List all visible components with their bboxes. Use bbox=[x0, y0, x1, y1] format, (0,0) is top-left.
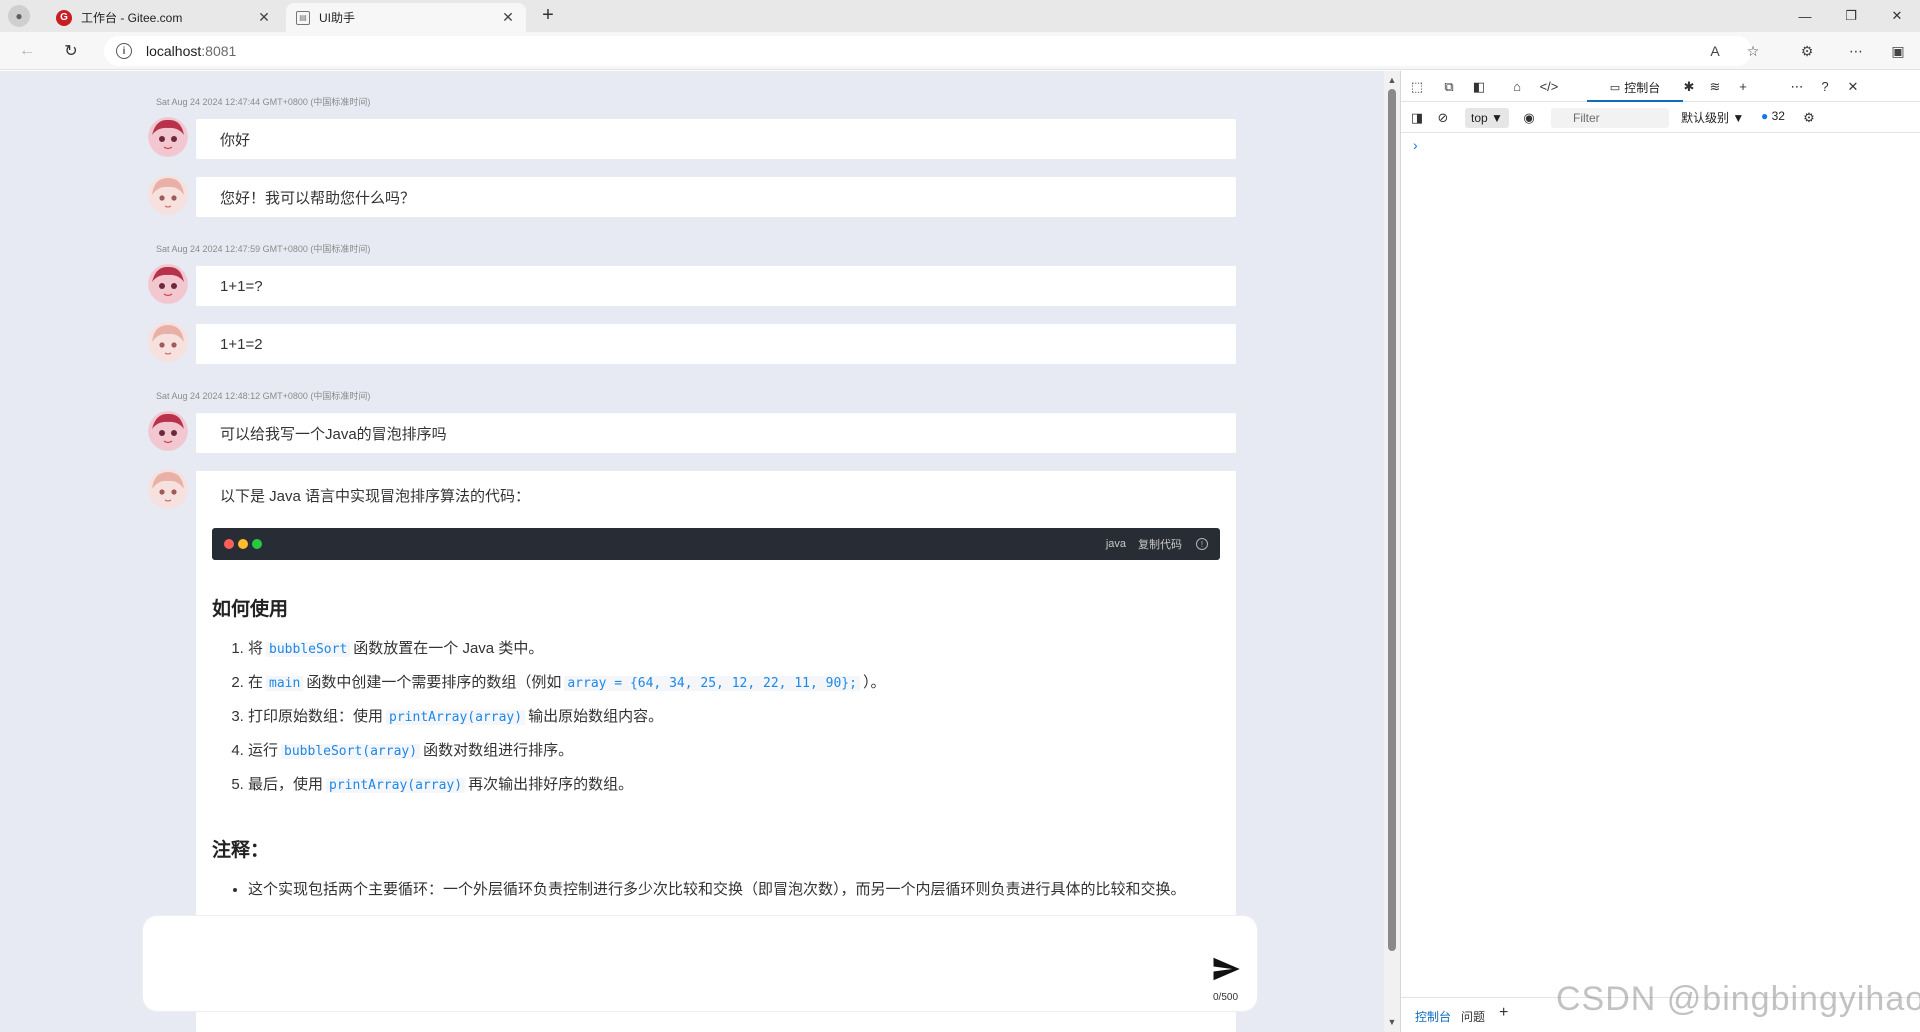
user-avatar bbox=[148, 411, 188, 451]
tab-strip: ● G 工作台 - Gitee.com ✕ ▤ UI助手 ✕ + — ❐ ✕ bbox=[0, 0, 1920, 32]
devtools-panel: ⬚ ⧉ ◧ ⌂ </> ▭ 控制台 ✱ ≋ + ⋯ ? ✕ ◨ ⊘ top ▼ … bbox=[1400, 71, 1920, 1032]
scroll-thumb[interactable] bbox=[1388, 89, 1396, 951]
chat-input-container: 0/500 bbox=[143, 916, 1257, 1011]
notes-list: 这个实现包括两个主要循环：一个外层循环负责控制进行多少次比较和交换（即冒泡次数）… bbox=[212, 878, 1220, 902]
bot-avatar bbox=[148, 322, 188, 362]
message-timestamp: Sat Aug 24 2024 12:48:12 GMT+0800 (中国标准时… bbox=[156, 391, 371, 401]
list-item: 运行bubbleSort(array)函数对数组进行排序。 bbox=[248, 739, 1220, 773]
dock-icon[interactable]: ◧ bbox=[1469, 77, 1489, 97]
yellow-dot-icon bbox=[238, 539, 248, 549]
network-icon[interactable]: ≋ bbox=[1705, 77, 1725, 97]
address-bar[interactable]: i localhost:8081 bbox=[104, 36, 1752, 66]
refresh-button[interactable]: ↻ bbox=[58, 38, 84, 64]
red-dot-icon bbox=[224, 539, 234, 549]
devtools-toolbar: ⬚ ⧉ ◧ ⌂ </> ▭ 控制台 ✱ ≋ + ⋯ ? ✕ bbox=[1401, 71, 1920, 102]
list-item: 这个实现包括两个主要循环：一个外层循环负责控制进行多少次比较和交换（即冒泡次数）… bbox=[248, 878, 1220, 902]
bot-message: 1+1=2 bbox=[196, 324, 1236, 364]
drawer-tab-console[interactable]: 控制台 bbox=[1415, 1008, 1451, 1025]
issues-badge[interactable]: ● 32 bbox=[1761, 109, 1785, 123]
browser-toolbar: ← ↻ i localhost:8081 A ☆ ⚙ ⋯ ▣ bbox=[0, 32, 1920, 70]
scroll-down-icon[interactable]: ▼ bbox=[1386, 1017, 1398, 1027]
tab-console[interactable]: ▭ 控制台 bbox=[1587, 74, 1683, 102]
settings-gear-icon[interactable]: ⚙ bbox=[1799, 108, 1819, 128]
minimize-button[interactable]: — bbox=[1782, 0, 1828, 32]
chat-page: Sat Aug 24 2024 12:47:44 GMT+0800 (中国标准时… bbox=[0, 71, 1384, 1032]
console-prompt-icon[interactable]: › bbox=[1413, 137, 1418, 153]
console-icon: ▭ bbox=[1609, 81, 1621, 94]
usage-heading: 如何使用 bbox=[212, 599, 289, 620]
add-tool-icon[interactable]: + bbox=[1733, 77, 1753, 97]
console-toolbar: ◨ ⊘ top ▼ ◉ Filter 默认级别 ▼ ● 32 ⚙ bbox=[1401, 103, 1920, 133]
notes-heading: 注释： bbox=[212, 840, 270, 861]
read-aloud-icon[interactable]: A bbox=[1704, 40, 1726, 62]
url-host: localhost bbox=[146, 43, 202, 59]
drawer-tab-issues[interactable]: 问题 bbox=[1461, 1008, 1485, 1025]
bot-avatar bbox=[148, 175, 188, 215]
chat-input[interactable] bbox=[157, 928, 1197, 988]
close-window-button[interactable]: ✕ bbox=[1874, 0, 1920, 32]
message-icon: ● bbox=[1761, 109, 1769, 123]
clear-console-icon[interactable]: ⊘ bbox=[1433, 108, 1453, 128]
help-icon[interactable]: ? bbox=[1815, 77, 1835, 97]
send-icon[interactable] bbox=[1211, 954, 1241, 984]
context-select[interactable]: top ▼ bbox=[1465, 108, 1509, 128]
inspect-icon[interactable]: ⬚ bbox=[1407, 77, 1427, 97]
device-emulation-icon[interactable]: ⧉ bbox=[1439, 77, 1459, 97]
close-devtools-icon[interactable]: ✕ bbox=[1843, 77, 1863, 97]
log-level-select[interactable]: 默认级别 ▼ bbox=[1681, 109, 1744, 126]
copy-code-button[interactable]: 复制代码 bbox=[1138, 536, 1182, 552]
tab-console-label: 控制台 bbox=[1624, 80, 1661, 95]
list-item: 在main函数中创建一个需要排序的数组（例如array = {64, 34, 2… bbox=[248, 671, 1220, 705]
sidebar-icon[interactable]: ◨ bbox=[1407, 108, 1427, 128]
more-menu-icon[interactable]: ⋯ bbox=[1845, 40, 1867, 62]
filter-input[interactable]: Filter bbox=[1551, 108, 1669, 128]
user-message: 可以给我写一个Java的冒泡排序吗 bbox=[196, 413, 1236, 453]
info-icon[interactable]: ! bbox=[1196, 538, 1208, 550]
new-tab-button[interactable]: + bbox=[536, 4, 560, 28]
tab-gitee[interactable]: G 工作台 - Gitee.com ✕ bbox=[46, 3, 282, 32]
tab-ui-assistant[interactable]: ▤ UI助手 ✕ bbox=[286, 3, 526, 32]
code-language: java bbox=[1105, 538, 1126, 550]
elements-icon[interactable]: </> bbox=[1539, 77, 1559, 97]
green-dot-icon bbox=[252, 539, 262, 549]
eye-icon[interactable]: ◉ bbox=[1519, 108, 1539, 128]
document-icon: ▤ bbox=[296, 10, 310, 25]
scroll-up-icon[interactable]: ▲ bbox=[1386, 75, 1398, 85]
message-timestamp: Sat Aug 24 2024 12:47:59 GMT+0800 (中国标准时… bbox=[156, 244, 371, 254]
watermark: CSDN @bingbingyihao bbox=[1556, 980, 1920, 1018]
restore-button[interactable]: ❐ bbox=[1828, 0, 1874, 32]
char-counter: 0/500 bbox=[1213, 992, 1239, 1003]
usage-steps: 将bubbleSort函数放置在一个 Java 类中。 在main函数中创建一个… bbox=[212, 637, 1220, 807]
sidebar-toggle-icon[interactable]: ▣ bbox=[1887, 40, 1909, 62]
home-icon[interactable]: ⌂ bbox=[1507, 77, 1527, 97]
bot-message: 您好！我可以帮助您什么吗？ bbox=[196, 177, 1236, 217]
user-message: 你好 bbox=[196, 119, 1236, 159]
back-button[interactable]: ← bbox=[14, 38, 40, 64]
user-message: 1+1=? bbox=[196, 266, 1236, 306]
profile-icon[interactable]: ● bbox=[8, 5, 30, 27]
list-item: 将bubbleSort函数放置在一个 Java 类中。 bbox=[248, 637, 1220, 671]
tab-title: 工作台 - Gitee.com bbox=[81, 11, 183, 25]
page-scrollbar[interactable]: ▲ ▼ bbox=[1384, 71, 1400, 1032]
code-block-header: java 复制代码 ! bbox=[212, 528, 1220, 560]
list-item: 打印原始数组：使用printArray(array)输出原始数组内容。 bbox=[248, 705, 1220, 739]
info-icon[interactable]: i bbox=[116, 43, 132, 59]
tab-title: UI助手 bbox=[319, 11, 356, 25]
message-timestamp: Sat Aug 24 2024 12:47:44 GMT+0800 (中国标准时… bbox=[156, 97, 371, 107]
bug-icon[interactable]: ✱ bbox=[1679, 77, 1699, 97]
bot-avatar bbox=[148, 469, 188, 509]
user-avatar bbox=[148, 264, 188, 304]
close-icon[interactable]: ✕ bbox=[256, 9, 272, 26]
url-port: :8081 bbox=[201, 43, 237, 59]
user-avatar bbox=[148, 117, 188, 157]
extensions-icon[interactable]: ⚙ bbox=[1796, 40, 1818, 62]
more-options-icon[interactable]: ⋯ bbox=[1787, 77, 1807, 97]
add-drawer-tab-icon[interactable]: + bbox=[1499, 1004, 1508, 1022]
answer-intro: 以下是 Java 语言中实现冒泡排序算法的代码： bbox=[220, 488, 531, 505]
gitee-logo-icon: G bbox=[56, 9, 72, 26]
close-icon[interactable]: ✕ bbox=[500, 9, 516, 26]
favorite-star-icon[interactable]: ☆ bbox=[1742, 40, 1764, 62]
list-item: 最后，使用printArray(array)再次输出排好序的数组。 bbox=[248, 773, 1220, 807]
